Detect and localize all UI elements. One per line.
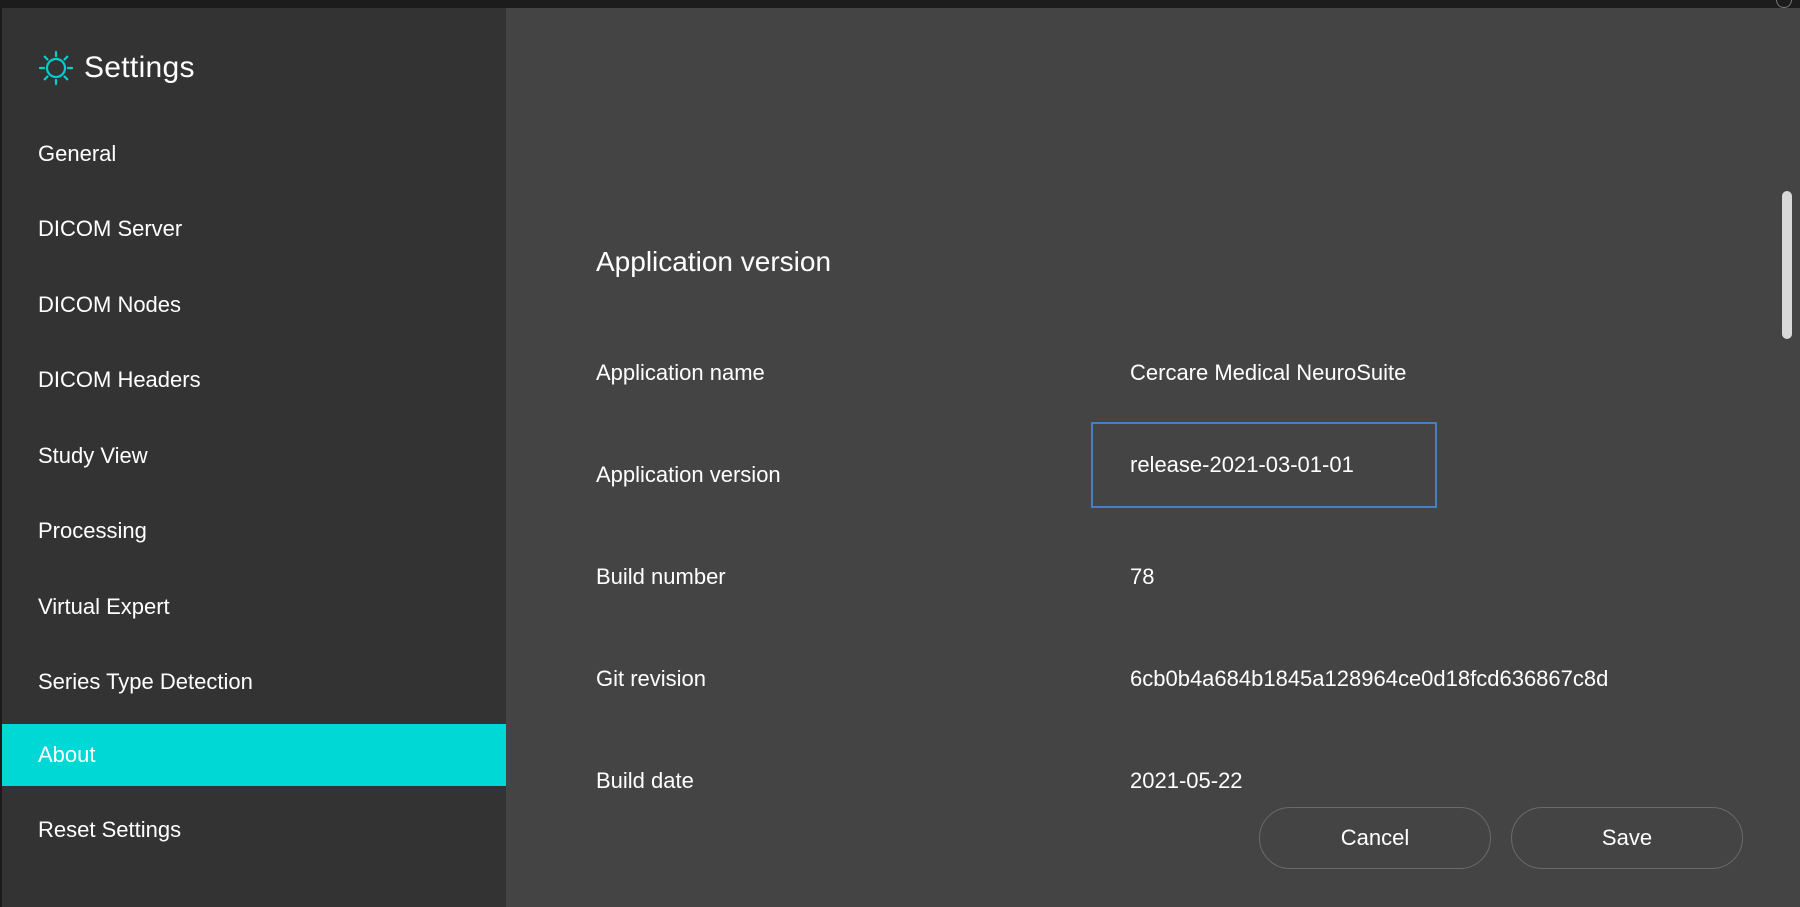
sidebar-item-processing[interactable]: Processing xyxy=(2,500,506,562)
settings-gear-icon xyxy=(38,50,74,86)
settings-content: Application version Application name Cer… xyxy=(506,8,1800,907)
sidebar-item-series-type-detection[interactable]: Series Type Detection xyxy=(2,651,506,713)
git-revision-label: Git revision xyxy=(596,666,707,691)
application-version-label: Application version xyxy=(596,462,781,487)
build-number-label: Build number xyxy=(596,564,726,589)
sidebar-item-dicom-headers[interactable]: DICOM Headers xyxy=(2,349,506,411)
sidebar-item-virtual-expert[interactable]: Virtual Expert xyxy=(2,576,506,638)
sidebar-item-study-view[interactable]: Study View xyxy=(2,425,506,487)
window-corner-icon[interactable] xyxy=(1776,0,1792,8)
build-number-value: 78 xyxy=(1130,564,1155,589)
scrollbar-track[interactable] xyxy=(1780,8,1794,907)
application-name-label: Application name xyxy=(596,360,765,385)
build-date-value: 2021-05-22 xyxy=(1130,768,1243,793)
git-revision-value: 6cb0b4a684b1845a128964ce0d18fcd636867c8d xyxy=(1130,666,1609,691)
scrollbar-thumb[interactable] xyxy=(1782,191,1792,339)
sidebar-item-general[interactable]: General xyxy=(2,123,506,185)
sidebar-item-dicom-server[interactable]: DICOM Server xyxy=(2,198,506,260)
build-date-label: Build date xyxy=(596,768,694,793)
settings-sidebar: Settings General DICOM Server DICOM Node… xyxy=(2,8,506,907)
sidebar-header: Settings xyxy=(38,48,195,88)
section-title: Application version xyxy=(596,246,832,277)
application-version-value[interactable]: release-2021-03-01-01 xyxy=(1091,422,1437,508)
sidebar-item-dicom-nodes[interactable]: DICOM Nodes xyxy=(2,274,506,336)
save-button[interactable]: Save xyxy=(1511,807,1743,869)
sidebar-item-reset-settings[interactable]: Reset Settings xyxy=(2,799,506,861)
cancel-button[interactable]: Cancel xyxy=(1259,807,1491,869)
window-top-bar xyxy=(0,0,1800,8)
sidebar-item-about[interactable]: About xyxy=(2,724,506,786)
settings-title: Settings xyxy=(84,51,195,84)
application-name-value: Cercare Medical NeuroSuite xyxy=(1130,360,1407,385)
